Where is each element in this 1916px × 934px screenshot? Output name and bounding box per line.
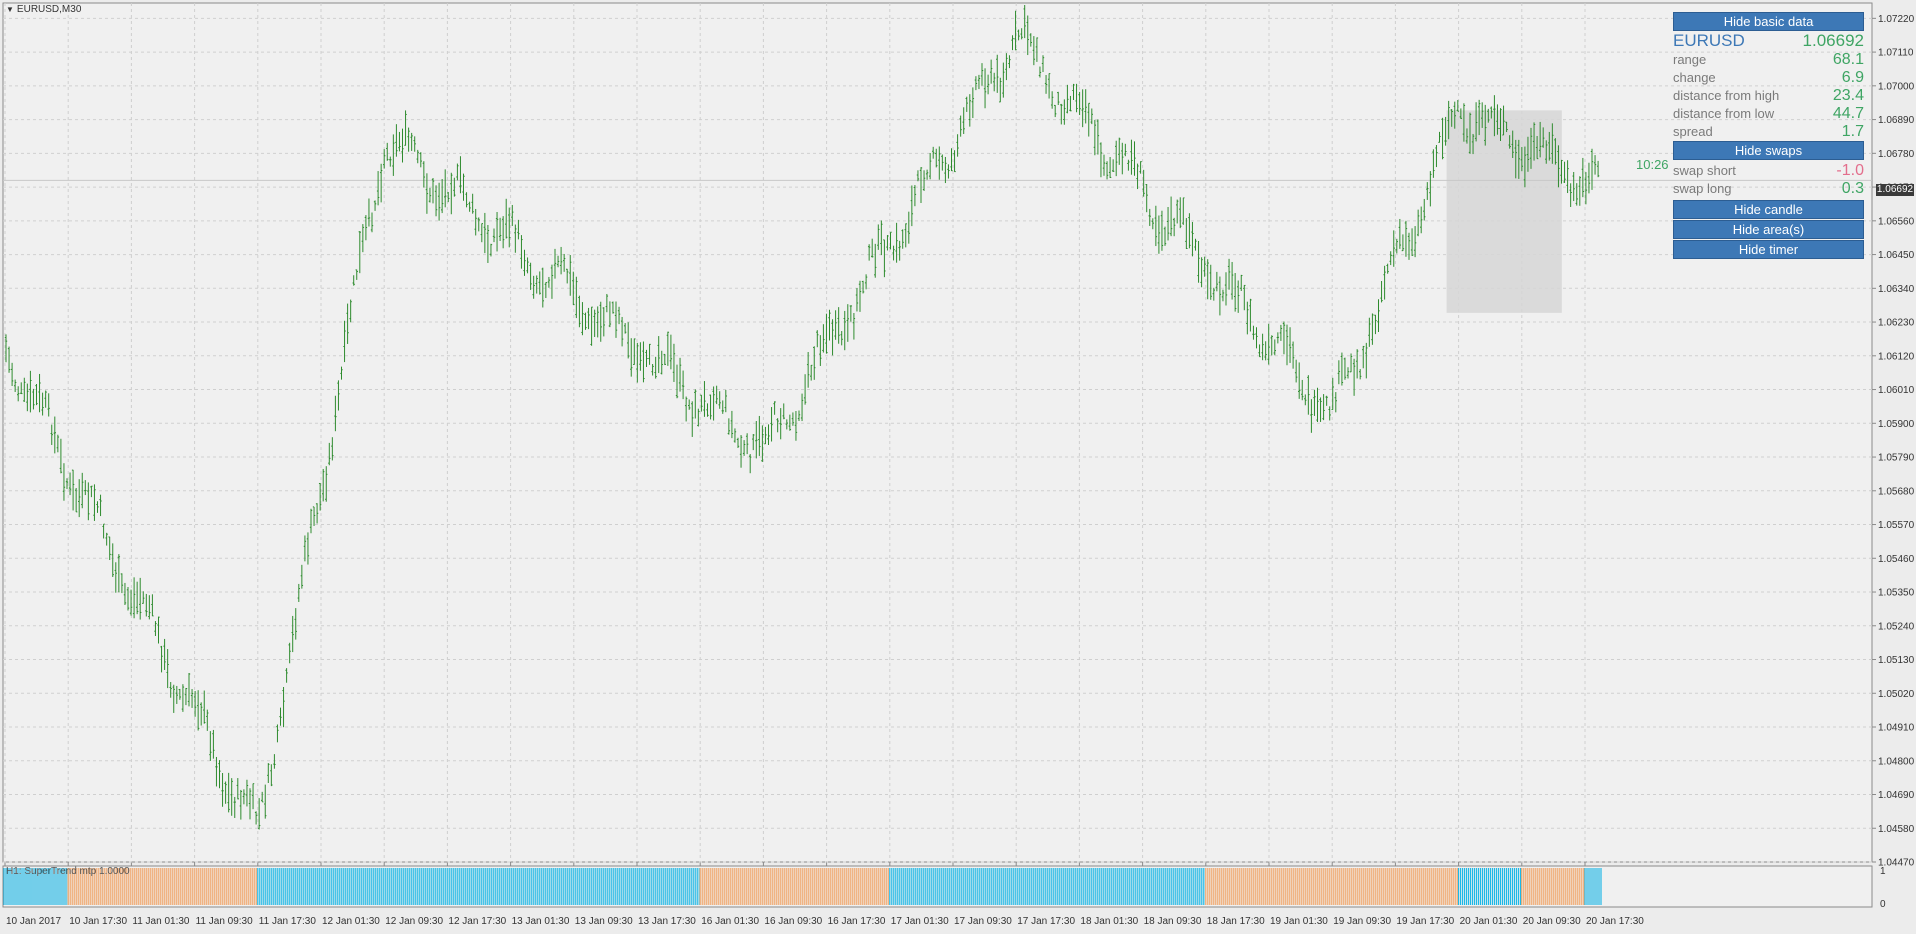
time-axis-label: 12 Jan 09:30 [385, 916, 443, 927]
time-axis-label: 11 Jan 09:30 [196, 916, 254, 927]
hide-areas-button[interactable]: Hide area(s) [1673, 220, 1864, 239]
time-axis-label: 16 Jan 09:30 [764, 916, 822, 927]
hide-basic-data-button[interactable]: Hide basic data [1673, 12, 1864, 31]
time-axis-label: 13 Jan 01:30 [512, 916, 570, 927]
collapse-triangle-icon[interactable]: ▼ [6, 5, 14, 14]
indicator-scale-bottom: 0 [1880, 899, 1886, 910]
time-axis-label: 19 Jan 17:30 [1396, 916, 1454, 927]
price-axis-label: 1.05790 [1878, 453, 1915, 464]
indicator-scale-top: 1 [1880, 866, 1886, 877]
time-axis-label: 13 Jan 09:30 [575, 916, 633, 927]
indicator-label: H1: SuperTrend mtp 1.0000 [6, 866, 130, 877]
price-axis-label: 1.05460 [1878, 554, 1915, 565]
swap-long-row: swap long 0.3 [1672, 180, 1865, 198]
price-axis-label: 1.07110 [1878, 48, 1914, 59]
price-axis-label: 1.04910 [1878, 723, 1915, 734]
price-chart[interactable]: 10 Jan 2017 10 Jan 17:30 11 Jan 01:30 11 Ja… [0, 0, 1916, 934]
time-axis-label: 19 Jan 09:30 [1333, 916, 1391, 927]
price-axis-label: 1.05680 [1878, 486, 1915, 497]
spread-value: 1.7 [1841, 123, 1864, 140]
time-axis-label: 18 Jan 01:30 [1080, 916, 1138, 927]
time-axis-label: 17 Jan 17:30 [1017, 916, 1075, 927]
time-axis-label: 20 Jan 09:30 [1523, 916, 1581, 927]
swap-short-value: -1.0 [1836, 162, 1864, 179]
price-axis-label: 1.05350 [1878, 588, 1915, 599]
candle-timer: 10:26 [1636, 157, 1669, 172]
range-row: range 68.1 [1672, 51, 1865, 69]
time-axis-label: 20 Jan 01:30 [1460, 916, 1518, 927]
chart-window-title[interactable]: ▼ EURUSD,M30 [6, 4, 81, 15]
time-axis-label: 18 Jan 09:30 [1144, 916, 1202, 927]
time-axis-label: 10 Jan 17:30 [69, 916, 127, 927]
time-axis-label: 17 Jan 01:30 [891, 916, 949, 927]
symbol-name: EURUSD [1673, 31, 1745, 50]
distance-low-row: distance from low 44.7 [1672, 105, 1865, 123]
change-row: change 6.9 [1672, 69, 1865, 87]
distance-high-value: 23.4 [1832, 87, 1864, 104]
price-axis-label: 1.07220 [1878, 14, 1915, 25]
current-price-badge: 1.06692 [1876, 184, 1914, 196]
price-axis-label: 1.05900 [1878, 419, 1915, 430]
distance-low-label: distance from low [1673, 106, 1775, 121]
time-axis-label: 10 Jan 2017 [6, 916, 61, 927]
hide-timer-button[interactable]: Hide timer [1673, 240, 1864, 259]
price-axis-label: 1.05570 [1878, 520, 1915, 531]
distance-low-value: 44.7 [1832, 105, 1864, 122]
price-axis-label: 1.07000 [1878, 81, 1915, 92]
symbol-price: 1.06692 [1802, 31, 1864, 50]
range-value: 68.1 [1832, 51, 1864, 68]
time-axis-label: 12 Jan 17:30 [448, 916, 506, 927]
spread-row: spread 1.7 [1672, 123, 1865, 141]
distance-high-row: distance from high 23.4 [1672, 87, 1865, 105]
swap-short-label: swap short [1673, 163, 1736, 178]
price-axis-label: 1.06340 [1878, 284, 1915, 295]
price-axis-label: 1.06560 [1878, 216, 1915, 227]
time-axis-label: 11 Jan 01:30 [132, 916, 190, 927]
price-axis-label: 1.06450 [1878, 250, 1915, 261]
hide-candle-button[interactable]: Hide candle [1673, 200, 1864, 219]
price-axis-label: 1.05020 [1878, 689, 1915, 700]
time-axis-label: 12 Jan 01:30 [322, 916, 380, 927]
time-axis-label: 11 Jan 17:30 [259, 916, 317, 927]
main-plot-frame [2, 2, 1873, 863]
price-axis-label: 1.05240 [1878, 621, 1915, 632]
price-axis-label: 1.06780 [1878, 149, 1915, 160]
price-axis-label: 1.06120 [1878, 351, 1915, 362]
time-axis-label: 16 Jan 01:30 [701, 916, 759, 927]
price-axis-label: 1.05130 [1878, 655, 1915, 666]
price-axis-label: 1.04690 [1878, 790, 1915, 801]
hide-swaps-button[interactable]: Hide swaps [1673, 141, 1864, 160]
time-axis-label: 13 Jan 17:30 [638, 916, 696, 927]
distance-high-label: distance from high [1673, 88, 1780, 103]
price-axis-label: 1.06890 [1878, 115, 1915, 126]
time-axis-label: 19 Jan 01:30 [1270, 916, 1328, 927]
time-axis-label: 20 Jan 17:30 [1586, 916, 1644, 927]
time-axis-label: 18 Jan 17:30 [1207, 916, 1265, 927]
change-value: 6.9 [1841, 69, 1864, 86]
swap-long-value: 0.3 [1841, 180, 1864, 197]
chart-area[interactable]: 10 Jan 2017 10 Jan 17:30 11 Jan 01:30 11 Ja… [0, 0, 1916, 934]
symbol-row: EURUSD 1.06692 [1672, 31, 1865, 51]
price-axis-label: 1.06010 [1878, 385, 1915, 396]
price-axis-label: 1.06230 [1878, 318, 1915, 329]
swap-long-label: swap long [1673, 181, 1732, 196]
price-axis-label: 1.04580 [1878, 824, 1915, 835]
swap-short-row: swap short -1.0 [1672, 162, 1865, 180]
change-label: change [1673, 70, 1716, 85]
time-axis-label: 17 Jan 09:30 [954, 916, 1012, 927]
info-panel: Hide basic data EURUSD 1.06692 range 68.… [1672, 12, 1865, 259]
range-label: range [1673, 52, 1707, 67]
spread-label: spread [1673, 124, 1713, 139]
price-axis-label: 1.04800 [1878, 756, 1915, 767]
chart-symbol-title: EURUSD,M30 [16, 4, 82, 15]
time-axis-label: 16 Jan 17:30 [828, 916, 886, 927]
